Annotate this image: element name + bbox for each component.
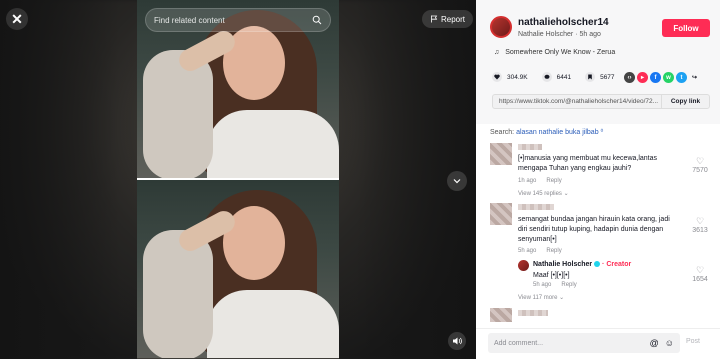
close-icon: ✕ xyxy=(11,10,23,27)
facebook-icon[interactable]: f xyxy=(650,72,661,83)
search-icon xyxy=(312,15,322,25)
comment-avatar[interactable] xyxy=(490,143,512,165)
comment-text-line: diri sendiri tutup kuping, hadapin dunia… xyxy=(518,226,664,233)
reply-author-line: Nathalie Holscher · Creator xyxy=(533,260,631,270)
heart-outline-icon: ♡ xyxy=(695,216,705,226)
next-video-button[interactable] xyxy=(447,171,467,191)
whatsapp-icon[interactable]: w xyxy=(663,72,674,83)
music-row[interactable]: ♫ Somewhere Only We Know - Zerua xyxy=(494,49,615,56)
emoji-icon[interactable]: ☺ xyxy=(665,338,674,348)
search-arrow-icon: ⁰ xyxy=(600,129,604,136)
follow-button[interactable]: Follow xyxy=(662,19,710,37)
comment-input[interactable]: Add comment... @ ☺ xyxy=(488,333,680,353)
author-avatar[interactable] xyxy=(490,16,512,38)
post-button[interactable]: Post xyxy=(686,338,700,345)
video-url: https://www.tiktok.com/@nathalieholscher… xyxy=(499,98,659,105)
report-button[interactable]: Report xyxy=(422,10,474,28)
comment-time: 1h ago xyxy=(518,178,537,184)
comment-text-line: mengapa Tuhan yang engkau jauhi? xyxy=(518,165,632,172)
twitter-icon[interactable]: t xyxy=(676,72,687,83)
chevron-down-icon xyxy=(453,179,461,184)
view-replies-button[interactable]: View 145 replies ⌄ xyxy=(518,190,569,197)
video-scene-bottom xyxy=(137,180,339,358)
reply-button[interactable]: Reply xyxy=(561,282,576,288)
video-info-card: nathalieholscher14 Nathalie Holscher · 5… xyxy=(476,0,720,124)
creator-badge: · Creator xyxy=(602,261,632,268)
share-arrow-icon[interactable]: ↪ xyxy=(689,72,700,83)
reply-author-name[interactable]: Nathalie Holscher xyxy=(533,261,592,268)
save-stat[interactable]: 5677 xyxy=(585,72,615,82)
comment-text-line: [•]manusia yang membuat mu kecewa,lantas xyxy=(518,155,658,162)
reply-like[interactable]: ♡ 1654 xyxy=(690,265,710,283)
comment-like-count: 3613 xyxy=(692,227,708,234)
video-link-box[interactable]: https://www.tiktok.com/@nathalieholscher… xyxy=(492,94,710,109)
reply-button[interactable]: Reply xyxy=(546,248,561,254)
music-title: Somewhere Only We Know - Zerua xyxy=(505,49,616,56)
comment-composer: Add comment... @ ☺ Post xyxy=(476,328,720,359)
related-search-prefix: Search: xyxy=(490,129,515,136)
comment-stat[interactable]: 6441 xyxy=(541,72,572,82)
comment-placeholder: Add comment... xyxy=(494,339,544,347)
reply-text: Maaf [•][•][•] xyxy=(533,272,570,279)
reply-time: 5h ago xyxy=(533,282,552,288)
related-search[interactable]: Search: alasan nathalie buka jilbab ⁰ xyxy=(490,128,603,136)
reply-like-count: 1654 xyxy=(692,276,708,283)
heart-outline-icon: ♡ xyxy=(695,265,705,275)
post-time: 5h ago xyxy=(579,31,601,38)
comment-text-line: senyuman[•] xyxy=(518,236,557,243)
comment-like-count: 7570 xyxy=(692,167,708,174)
comment-avatar[interactable] xyxy=(490,308,512,322)
video-frame[interactable] xyxy=(137,0,339,359)
details-panel: nathalieholscher14 Nathalie Holscher · 5… xyxy=(476,0,720,359)
related-search-query: alasan nathalie buka jilbab xyxy=(516,129,599,136)
like-stat[interactable]: 304.9K xyxy=(492,72,528,82)
engagement-stats: 304.9K 6441 5677 xyxy=(492,72,615,82)
speaker-icon xyxy=(453,337,462,345)
comment-count: 6441 xyxy=(556,73,572,81)
search-placeholder: Find related content xyxy=(154,15,225,25)
share-buttons: ‹› ▸ f w t ↪ xyxy=(624,72,700,83)
save-count: 5677 xyxy=(600,73,615,81)
send-icon[interactable]: ▸ xyxy=(637,72,648,83)
author-subline: Nathalie Holscher · 5h ago xyxy=(518,31,601,38)
comment-text-line: semangat bundaa jangan hirauin kata oran… xyxy=(518,216,670,223)
comment-like[interactable]: ♡ 3613 xyxy=(690,216,710,234)
comment-username-redacted[interactable] xyxy=(518,310,548,316)
flag-icon xyxy=(431,15,438,23)
music-note-icon: ♫ xyxy=(494,49,500,56)
video-player[interactable]: ✕ Find related content Report xyxy=(0,0,476,359)
comment-meta: 5h ago Reply xyxy=(518,248,562,254)
bookmark-icon xyxy=(585,72,596,82)
tiktok-video-viewer: ✕ Find related content Report nathalieho… xyxy=(0,0,720,359)
heart-icon xyxy=(492,72,502,82)
comment-meta: 1h ago Reply xyxy=(518,178,562,184)
report-label: Report xyxy=(441,14,466,24)
close-button[interactable]: ✕ xyxy=(6,8,28,30)
comment-like[interactable]: ♡ 7570 xyxy=(690,156,710,174)
author-display-name[interactable]: Nathalie Holscher xyxy=(518,31,573,38)
comment-avatar[interactable] xyxy=(490,203,512,225)
heart-outline-icon: ♡ xyxy=(695,156,705,166)
reply-button[interactable]: Reply xyxy=(546,178,561,184)
like-count: 304.9K xyxy=(507,73,528,81)
find-related-search[interactable]: Find related content xyxy=(145,8,331,32)
comment-time: 5h ago xyxy=(518,248,537,254)
creator-avatar[interactable] xyxy=(518,260,529,271)
comment-username-redacted[interactable] xyxy=(518,144,542,150)
author-username[interactable]: nathalieholscher14 xyxy=(518,17,609,28)
reply-meta: 5h ago Reply xyxy=(533,282,577,288)
volume-button[interactable] xyxy=(448,332,466,350)
view-more-replies-button[interactable]: View 117 more ⌄ xyxy=(518,294,564,301)
mention-icon[interactable]: @ xyxy=(650,338,659,348)
verified-icon xyxy=(594,261,601,268)
copy-link-button[interactable]: Copy link xyxy=(661,95,709,108)
embed-icon[interactable]: ‹› xyxy=(624,72,635,83)
comment-username-redacted[interactable] xyxy=(518,204,554,210)
comment-icon xyxy=(541,72,552,82)
